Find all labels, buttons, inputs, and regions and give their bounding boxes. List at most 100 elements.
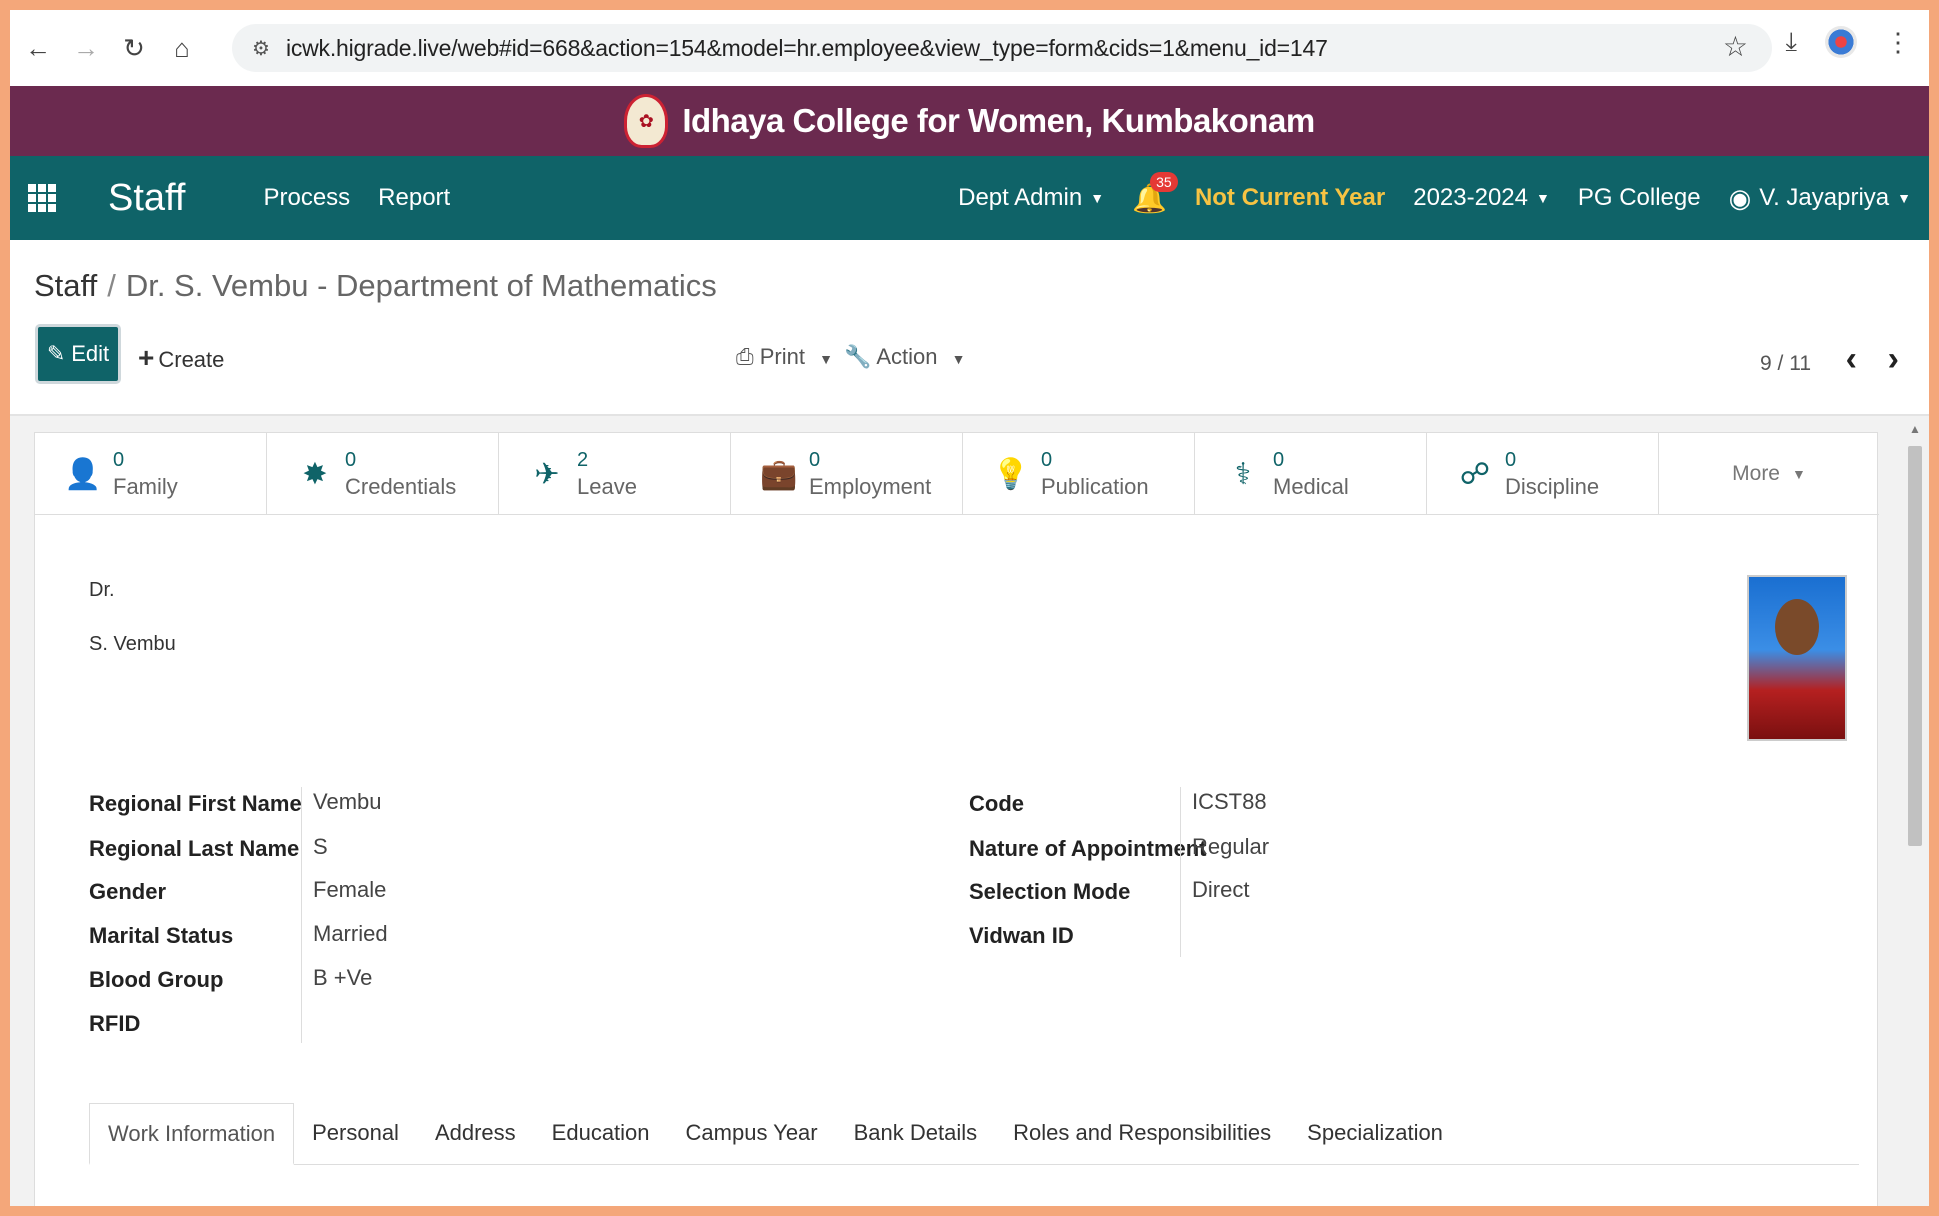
apps-grid-icon[interactable] — [28, 184, 56, 212]
user-menu[interactable]: ◉ V. Jayapriya ▼ — [1729, 183, 1911, 214]
breadcrumb-root[interactable]: Staff — [34, 268, 97, 303]
tab-specialization[interactable]: Specialization — [1289, 1102, 1461, 1164]
field-divider-right — [1180, 787, 1181, 957]
profile-icon[interactable] — [1825, 26, 1857, 58]
lightbulb-icon: 💡 — [992, 457, 1030, 491]
page-scrollbar[interactable]: ▲ — [1900, 416, 1929, 1206]
chevron-left-icon[interactable]: ‹ — [1846, 340, 1857, 379]
tab-campus-year[interactable]: Campus Year — [668, 1102, 836, 1164]
year-dropdown[interactable]: 2023-2024 ▼ — [1413, 184, 1550, 212]
field-value-regional-last-name: S — [313, 834, 328, 859]
field-label-gender: Gender — [89, 879, 167, 904]
plus-icon: + — [138, 342, 155, 373]
stethoscope-icon: ⚕ — [1234, 457, 1252, 491]
leave-label: Leave — [577, 473, 637, 499]
url-text: icwk.higrade.live/web#id=668&action=154&… — [285, 34, 1328, 61]
smart-button-family[interactable]: 👤 0 Family — [35, 433, 267, 515]
tab-work-information[interactable]: Work Information — [89, 1103, 295, 1165]
edit-button[interactable]: ✎ Edit — [35, 324, 121, 384]
avatar-icon: ◉ — [1728, 182, 1752, 213]
smart-button-medical[interactable]: ⚕ 0 Medical — [1195, 433, 1427, 515]
home-icon[interactable]: ⌂ — [162, 28, 202, 68]
tab-education[interactable]: Education — [534, 1102, 668, 1164]
smart-button-leave[interactable]: ✈ 2 Leave — [499, 433, 731, 515]
edit-label: Edit — [71, 341, 110, 366]
user-name: V. Jayapriya — [1759, 184, 1890, 211]
smart-button-employment[interactable]: 💼 0 Employment — [731, 433, 963, 515]
smart-buttons: 👤 0 Family ✸ 0 Credentials ✈ 2 Leave 💼 0 Emp… — [35, 433, 1879, 515]
field-value-marital-status: Married — [313, 921, 388, 946]
address-bar[interactable]: ⚙ icwk.higrade.live/web#id=668&action=15… — [232, 24, 1772, 72]
star-icon[interactable]: ☆ — [1723, 30, 1748, 63]
browser-actions: ⤓ ⋮ — [1786, 26, 1911, 58]
employment-count: 0 — [809, 448, 821, 471]
field-label-blood-group: Blood Group — [89, 967, 224, 992]
caret-down-icon: ▼ — [1536, 190, 1550, 206]
scrollbar-thumb[interactable] — [1908, 446, 1922, 846]
print-button[interactable]: ⎙ Print ▼ — [736, 344, 833, 370]
tab-bank-details[interactable]: Bank Details — [836, 1102, 996, 1164]
college-title: Idhaya College for Women, Kumbakonam — [682, 102, 1315, 139]
reload-icon[interactable]: ↻ — [114, 28, 154, 68]
smart-button-discipline[interactable]: ☍ 0 Discipline — [1427, 433, 1659, 515]
action-button[interactable]: 🔧 Action ▼ — [844, 344, 965, 370]
back-arrow-icon[interactable]: ← — [18, 28, 58, 68]
field-label-marital-status: Marital Status — [89, 923, 234, 948]
menu-process[interactable]: Process — [263, 184, 350, 212]
bell-icon[interactable]: 🔔 35 — [1132, 171, 1178, 215]
tab-address[interactable]: Address — [417, 1102, 534, 1164]
employee-title: Dr. — [89, 579, 115, 601]
forward-arrow-icon[interactable]: → — [66, 28, 106, 68]
tab-personal[interactable]: Personal — [294, 1102, 417, 1164]
field-label-rfid: RFID — [89, 1011, 141, 1036]
caret-down-icon: ▼ — [1897, 190, 1911, 206]
more-button[interactable]: More ▼ — [1659, 433, 1879, 514]
site-settings-icon[interactable]: ⚙ — [252, 36, 270, 61]
college-switch[interactable]: PG College — [1578, 184, 1701, 212]
caret-down-icon: ▼ — [819, 351, 833, 367]
browser-toolbar: ← → ↻ ⌂ ⚙ icwk.higrade.live/web#id=668&a… — [10, 10, 1929, 86]
caret-down-icon: ▼ — [1792, 465, 1806, 482]
field-value-regional-first-name: Vembu — [313, 789, 382, 814]
employee-name: S. Vembu — [89, 633, 176, 655]
tab-roles-and-responsibilities[interactable]: Roles and Responsibilities — [995, 1102, 1289, 1164]
certificate-icon: ✸ — [302, 457, 328, 491]
download-icon[interactable]: ⤓ — [1786, 26, 1798, 58]
notification-badge: 35 — [1150, 171, 1178, 192]
breadcrumb-current: Dr. S. Vembu - Department of Mathematics — [125, 268, 717, 303]
field-label-code: Code — [969, 791, 1024, 816]
app-frame: ← → ↻ ⌂ ⚙ icwk.higrade.live/web#id=668&a… — [10, 10, 1929, 1206]
discipline-count: 0 — [1505, 448, 1517, 471]
smart-button-publication[interactable]: 💡 0 Publication — [963, 433, 1195, 515]
breadcrumb-separator: / — [107, 268, 116, 303]
kebab-menu-icon[interactable]: ⋮ — [1885, 27, 1911, 58]
app-name[interactable]: Staff — [108, 177, 185, 220]
college-seal-icon: ✿ — [624, 94, 669, 148]
app-navbar: Staff Process Report Dept Admin ▼ 🔔 35 Not… — [10, 156, 1929, 240]
printer-icon: ⎙ — [736, 344, 754, 369]
discipline-label: Discipline — [1505, 473, 1600, 499]
person-icon: 👤 — [64, 457, 102, 491]
caret-down-icon: ▼ — [951, 351, 966, 367]
wrench-icon: 🔧 — [844, 344, 872, 369]
dept-dropdown[interactable]: Dept Admin ▼ — [958, 184, 1104, 212]
create-button[interactable]: + Create — [138, 342, 224, 374]
publication-count: 0 — [1041, 448, 1053, 471]
scroll-up-icon[interactable]: ▲ — [1909, 422, 1921, 436]
field-value-nature-of-appointment: Regular — [1192, 834, 1270, 859]
print-label: Print — [759, 344, 805, 369]
field-value-gender: Female — [313, 877, 387, 902]
briefcase-icon: 💼 — [760, 457, 798, 491]
employee-photo[interactable] — [1747, 575, 1847, 741]
credentials-count: 0 — [345, 448, 357, 471]
family-label: Family — [113, 473, 178, 499]
pager-value[interactable]: 9 / 11 — [1760, 352, 1811, 376]
main-menu: Process Report — [263, 184, 450, 212]
chevron-right-icon[interactable]: › — [1888, 340, 1899, 379]
field-label-nature-of-appointment: Nature of Appointment — [969, 836, 1207, 861]
breadcrumb: Staff / Dr. S. Vembu - Department of Mathe… — [34, 268, 717, 304]
smart-button-credentials[interactable]: ✸ 0 Credentials — [267, 433, 499, 515]
menu-report[interactable]: Report — [378, 184, 450, 212]
form-sheet: 👤 0 Family ✸ 0 Credentials ✈ 2 Leave 💼 0 Emp… — [34, 432, 1879, 1206]
photo-face — [1775, 599, 1819, 655]
